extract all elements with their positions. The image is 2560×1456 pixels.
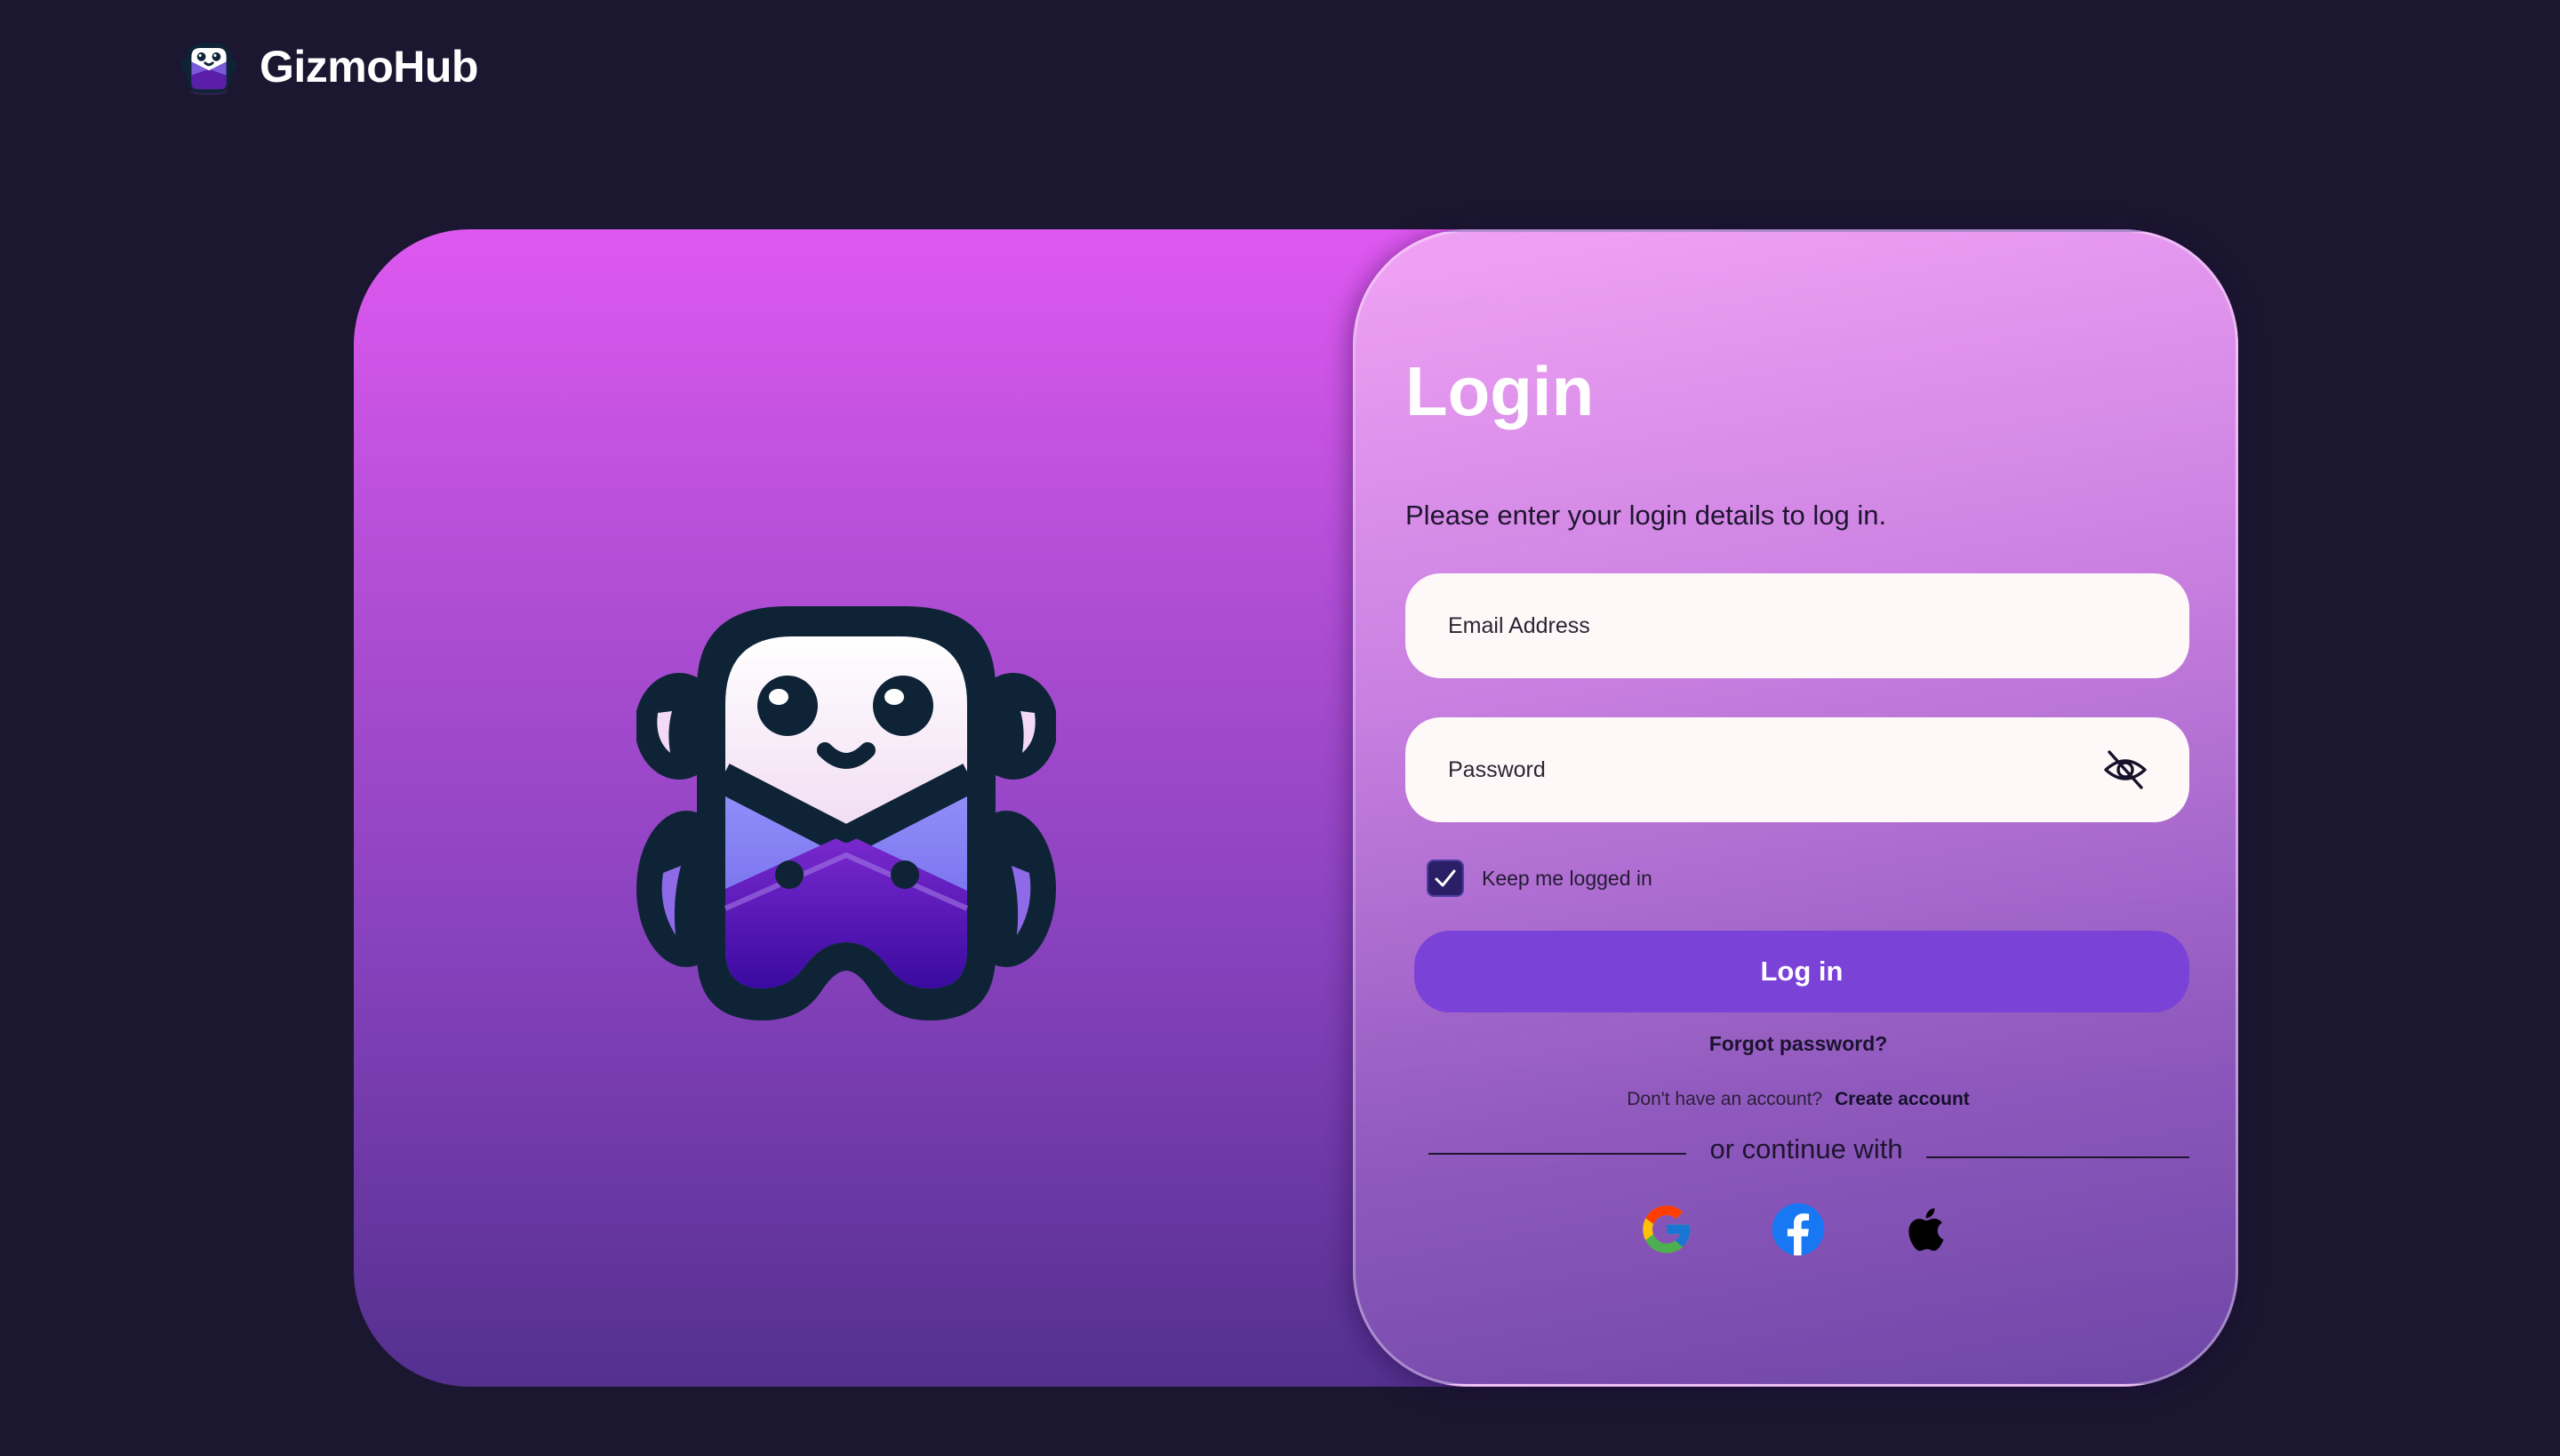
password-field[interactable]	[1405, 717, 2189, 822]
divider-text: or continue with	[1709, 1133, 1903, 1164]
email-input[interactable]	[1446, 612, 2148, 640]
eye-off-icon[interactable]	[2102, 747, 2148, 793]
signup-prompt: Don't have an account?	[1627, 1089, 1823, 1109]
signup-row: Don't have an account? Create account	[1356, 1089, 2241, 1110]
email-field[interactable]	[1405, 573, 2189, 678]
google-login-button[interactable]	[1638, 1201, 1695, 1258]
facebook-login-button[interactable]	[1770, 1201, 1827, 1258]
facebook-icon	[1772, 1203, 1825, 1256]
check-icon	[1435, 869, 1456, 887]
login-button[interactable]: Log in	[1414, 931, 2189, 1012]
google-icon	[1643, 1205, 1691, 1253]
login-subtitle: Please enter your login details to log i…	[1405, 500, 1887, 531]
login-title: Login	[1405, 352, 1595, 430]
create-account-link[interactable]: Create account	[1835, 1089, 1970, 1109]
divider-line-left	[1428, 1153, 1686, 1155]
divider-line-right	[1926, 1156, 2189, 1158]
keep-logged-in-checkbox[interactable]	[1427, 860, 1464, 897]
keep-logged-in-label: Keep me logged in	[1482, 866, 1652, 890]
forgot-password-link[interactable]: Forgot password?	[1356, 1032, 2241, 1056]
robot-mascot-icon	[636, 606, 1056, 1026]
keep-logged-in-toggle[interactable]: Keep me logged in	[1427, 860, 1652, 897]
apple-login-button[interactable]	[1898, 1201, 1955, 1258]
robot-mascot-logo-icon	[178, 36, 240, 98]
brand-name: GizmoHub	[260, 42, 478, 92]
login-panel: Login Please enter your login details to…	[1353, 229, 2238, 1387]
brand[interactable]: GizmoHub	[178, 36, 478, 98]
apple-icon	[1908, 1208, 1944, 1252]
password-input[interactable]	[1446, 756, 2092, 784]
